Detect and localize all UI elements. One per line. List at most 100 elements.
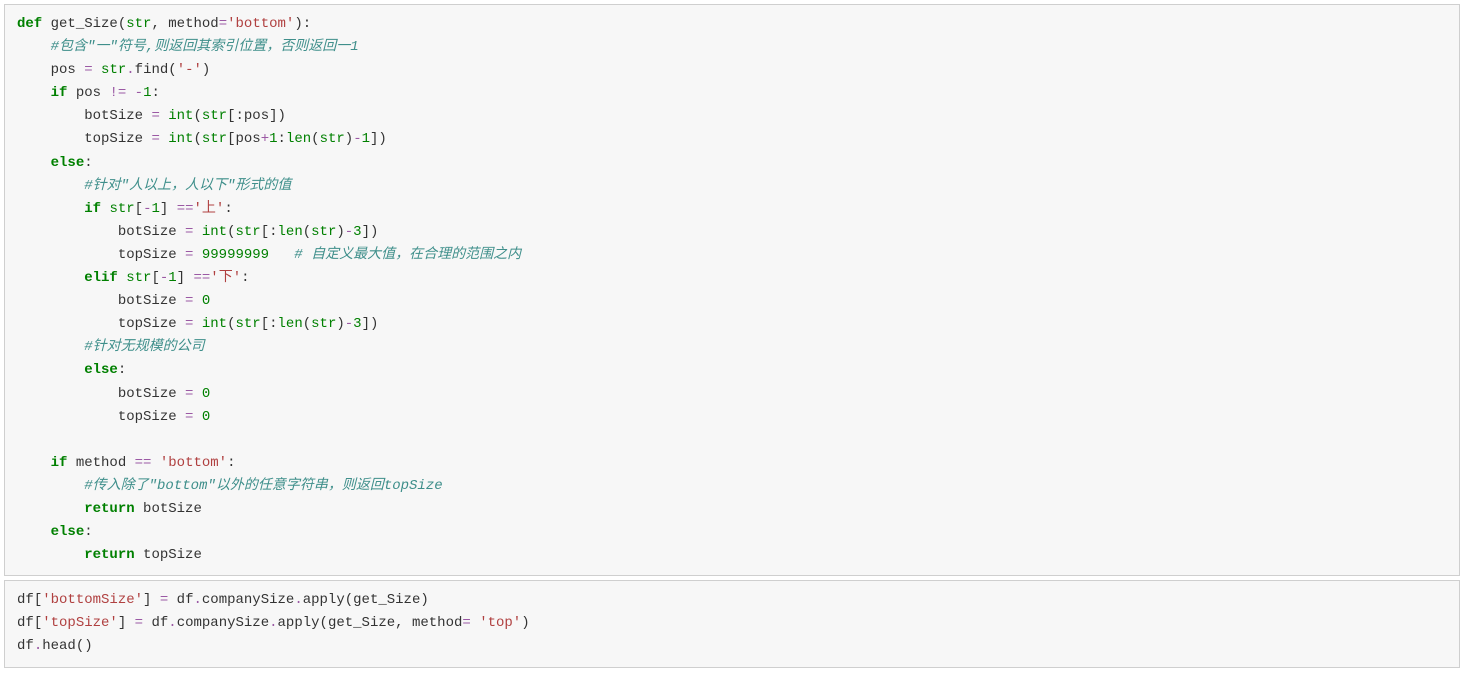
fn-int: int — [168, 108, 193, 124]
fn-int: int — [168, 131, 193, 147]
var-df: df — [177, 592, 194, 608]
op-assign: = — [185, 409, 193, 425]
colon: : — [303, 16, 311, 32]
var-df: df — [17, 592, 34, 608]
str-ident: str — [202, 108, 227, 124]
fn-int: int — [202, 224, 227, 240]
op-minus: - — [345, 316, 353, 332]
op-dot: . — [294, 592, 302, 608]
param-method: method — [168, 16, 218, 32]
kw-return: return — [84, 547, 134, 563]
num-0: 0 — [202, 409, 210, 425]
var-topsize: topSize — [118, 409, 177, 425]
var-df: df — [17, 638, 34, 654]
param-str: str — [126, 16, 151, 32]
op-assign: = — [151, 131, 159, 147]
str-ident: str — [101, 62, 126, 78]
var-botsize: botSize — [84, 108, 143, 124]
slice-colon: : — [269, 224, 277, 240]
colon: : — [118, 362, 126, 378]
var-pos: pos — [51, 62, 76, 78]
var-pos: pos — [244, 108, 269, 124]
colon: : — [241, 270, 249, 286]
comment-4: #针对无规模的公司 — [84, 339, 204, 355]
op-assign: = — [185, 293, 193, 309]
op-assign: = — [84, 62, 92, 78]
slice-colon: : — [278, 131, 286, 147]
var-df: df — [17, 615, 34, 631]
str-ident: str — [311, 316, 336, 332]
kw-def: def — [17, 16, 42, 32]
op-assign: = — [185, 316, 193, 332]
slice-colon: : — [236, 108, 244, 124]
key-topsize: 'topSize' — [42, 615, 118, 631]
fn-int: int — [202, 316, 227, 332]
code-block-2: df['bottomSize'] = df.companySize.apply(… — [4, 580, 1460, 667]
attr-companysize: companySize — [177, 615, 269, 631]
colon: : — [227, 455, 235, 471]
kw-elif: elif — [84, 270, 118, 286]
var-botsize: botSize — [118, 293, 177, 309]
op-eqeq: == — [193, 270, 210, 286]
str-top: 'top' — [479, 615, 521, 631]
op-eqeq: == — [135, 455, 152, 471]
op-plus: + — [261, 131, 269, 147]
op-assign: = — [151, 108, 159, 124]
method-apply: apply — [278, 615, 320, 631]
kw-else: else — [84, 362, 118, 378]
var-topsize: topSize — [118, 247, 177, 263]
op-dot: . — [168, 615, 176, 631]
op-assign: = — [135, 615, 143, 631]
method-find: find — [135, 62, 169, 78]
op-ne: != — [109, 85, 126, 101]
attr-companysize: companySize — [202, 592, 294, 608]
comment-2: #针对"人以上，人以下"形式的值 — [84, 178, 291, 194]
slice-colon: : — [269, 316, 277, 332]
fn-len: len — [286, 131, 311, 147]
fn-ref: get_Size — [353, 592, 420, 608]
op-dot: . — [193, 592, 201, 608]
num-3: 3 — [353, 316, 361, 332]
key-bottomsize: 'bottomSize' — [42, 592, 143, 608]
op-assign: = — [185, 224, 193, 240]
num-1: 1 — [168, 270, 176, 286]
var-topsize: topSize — [84, 131, 143, 147]
var-botsize: botSize — [118, 224, 177, 240]
num-big: 99999999 — [202, 247, 269, 263]
method-head: head — [42, 638, 76, 654]
op-dot: . — [126, 62, 134, 78]
comment-5: #传入除了"bottom"以外的任意字符串，则返回topSize — [84, 478, 442, 494]
str-bottom: 'bottom' — [160, 455, 227, 471]
fn-name: get_Size — [51, 16, 118, 32]
var-botsize: botSize — [118, 386, 177, 402]
kw-return: return — [84, 501, 134, 517]
var-method: method — [76, 455, 126, 471]
str-dash: '-' — [177, 62, 202, 78]
var-botsize: botSize — [143, 501, 202, 517]
kw-if: if — [51, 85, 68, 101]
num-0: 0 — [202, 386, 210, 402]
str-up: '上' — [194, 201, 225, 217]
kw-if: if — [51, 455, 68, 471]
op-assign: = — [160, 592, 168, 608]
default-val: 'bottom' — [227, 16, 294, 32]
comment-3: # 自定义最大值，在合理的范围之内 — [294, 247, 521, 263]
num-1: 1 — [362, 131, 370, 147]
fn-ref: get_Size — [328, 615, 395, 631]
method-apply: apply — [303, 592, 345, 608]
op-eqeq: == — [177, 201, 194, 217]
comment-1: #包含"一"符号,则返回其索引位置，否则返回一1 — [51, 39, 359, 55]
op-eq: = — [219, 16, 227, 32]
op-assign: = — [185, 247, 193, 263]
kwarg-method: method — [412, 615, 462, 631]
num-1: 1 — [151, 201, 159, 217]
str-ident: str — [126, 270, 151, 286]
str-ident: str — [320, 131, 345, 147]
var-pos: pos — [76, 85, 101, 101]
str-ident: str — [235, 316, 260, 332]
code-block-1: def get_Size(str, method='bottom'): #包含"… — [4, 4, 1460, 576]
kw-else: else — [51, 155, 85, 171]
colon: : — [84, 524, 92, 540]
str-ident: str — [311, 224, 336, 240]
op-neg: - — [135, 85, 143, 101]
